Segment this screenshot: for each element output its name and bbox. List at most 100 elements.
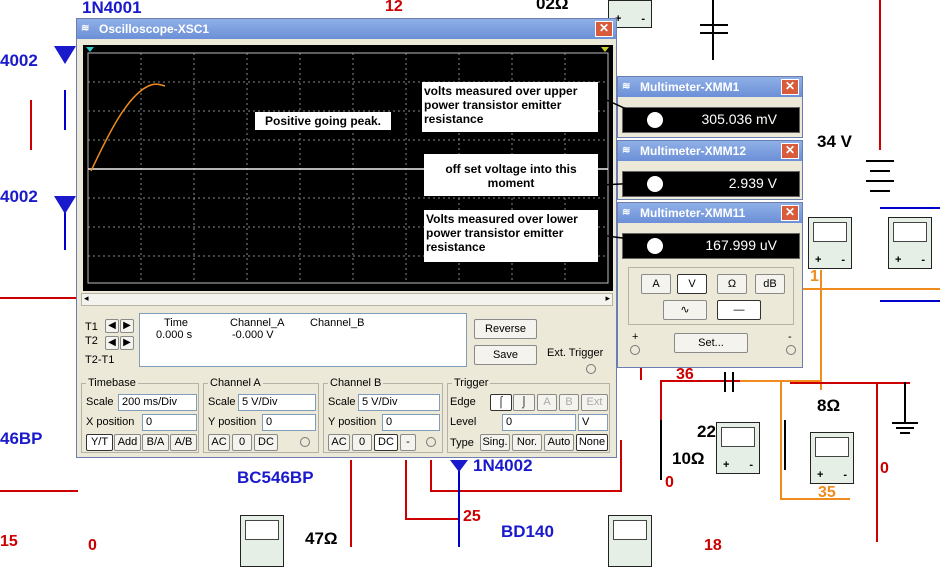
multimeter-xmm1-value: 305.036 mV: [701, 111, 778, 127]
component-label: 22: [697, 422, 716, 441]
channel-a-terminal-icon: [300, 437, 310, 447]
x-position-field[interactable]: 0: [142, 414, 197, 431]
channel-b-zero-button[interactable]: 0: [352, 434, 372, 451]
diode-label: 1N4001: [82, 0, 142, 17]
capacitor-plate: [724, 372, 726, 392]
annotation-arrows: [599, 96, 648, 245]
negative-terminal-icon: [786, 345, 796, 355]
close-button[interactable]: ✕: [781, 205, 799, 221]
save-button[interactable]: Save: [474, 345, 537, 365]
channel-b-scale-field[interactable]: 5 V/Div: [358, 394, 440, 411]
capacitor-plate: [732, 372, 734, 392]
mode-ab-button[interactable]: A/B: [170, 434, 197, 451]
multimeter-icon: + -: [810, 432, 854, 484]
t2-left-button[interactable]: ◀: [105, 336, 119, 350]
falling-edge-button[interactable]: ⌡: [513, 394, 535, 411]
set-button[interactable]: Set...: [674, 333, 748, 353]
channel-b-dc-button[interactable]: DC: [374, 434, 398, 451]
mode-db-button[interactable]: dB: [755, 274, 785, 294]
timebase-scale-label: Scale: [86, 396, 114, 408]
mode-ampere-button[interactable]: A: [641, 274, 671, 294]
resistor-label: 10Ω: [672, 449, 705, 468]
ac-mode-button[interactable]: ∿: [663, 300, 707, 320]
trigger-auto-button[interactable]: Auto: [544, 434, 574, 451]
ground-line: [892, 422, 918, 424]
trigger-single-button[interactable]: Sing.: [480, 434, 510, 451]
resistor-label: 02Ω: [536, 0, 569, 13]
dc-line-icon: —: [733, 304, 745, 316]
wire: [350, 460, 352, 547]
ground-line: [900, 432, 910, 434]
channel-a-zero-button[interactable]: 0: [232, 434, 252, 451]
scroll-right-icon[interactable]: ▸: [605, 293, 610, 304]
readout-time-value: 0.000 s: [156, 329, 193, 341]
positive-terminal-label: +: [632, 331, 639, 343]
channel-b-title: Channel B: [328, 377, 384, 389]
close-button[interactable]: ✕: [781, 79, 799, 95]
t2-right-button[interactable]: ▶: [120, 336, 134, 350]
trigger-marker-left-icon[interactable]: [86, 47, 94, 52]
scroll-left-icon[interactable]: ◂: [84, 293, 89, 304]
trigger-marker-right-icon[interactable]: [601, 47, 609, 52]
mode-yt-button[interactable]: Y/T: [86, 434, 113, 451]
trigger-none-button[interactable]: None: [576, 434, 608, 451]
rising-edge-button[interactable]: ⌠: [490, 394, 512, 411]
mode-ohm-button[interactable]: Ω: [717, 274, 747, 294]
resistor-label: 8Ω: [817, 396, 841, 415]
ext-trigger-terminal-icon: [586, 364, 596, 374]
t1-right-button[interactable]: ▶: [120, 319, 134, 333]
node-label: 0: [880, 460, 889, 477]
channel-b-ac-button[interactable]: AC: [328, 434, 350, 451]
channel-a-dc-button[interactable]: DC: [254, 434, 278, 451]
diode-label: 1N4002: [473, 456, 533, 475]
wire: [0, 490, 78, 492]
channel-a-scale-label: Scale: [208, 396, 236, 408]
trigger-b-button[interactable]: B: [559, 394, 579, 411]
trigger-a-button[interactable]: A: [537, 394, 557, 411]
annotation-lower-resistance: Volts measured over lower power transist…: [424, 210, 598, 262]
wire: [620, 440, 622, 492]
wire: [64, 90, 66, 130]
mode-ba-button[interactable]: B/A: [142, 434, 169, 451]
window-title: Oscilloscope-XSC1: [99, 22, 210, 36]
dc-mode-button[interactable]: —: [717, 300, 761, 320]
battery-plate: [866, 160, 894, 162]
channel-a-scale-field[interactable]: 5 V/Div: [238, 394, 316, 411]
channel-b-ypos-label: Y position: [328, 416, 377, 428]
wire: [660, 380, 740, 382]
channel-b-minus-button[interactable]: -: [400, 434, 416, 451]
oscilloscope-titlebar[interactable]: ≋ Oscilloscope-XSC1 ✕: [77, 19, 616, 39]
trigger-level-field[interactable]: 0: [502, 414, 576, 431]
window-title: Multimeter-XMM11: [640, 206, 746, 220]
close-button[interactable]: ✕: [595, 21, 613, 37]
cursor-t2-label: T2: [85, 335, 98, 347]
wire: [780, 380, 782, 500]
annotation-upper-resistance: volts measured over upper power transist…: [422, 82, 598, 132]
wire: [780, 498, 850, 500]
channel-a-ac-button[interactable]: AC: [208, 434, 230, 451]
trigger-ext-button[interactable]: Ext: [581, 394, 608, 411]
close-button[interactable]: ✕: [781, 143, 799, 159]
cursor-t1-label: T1: [85, 321, 98, 333]
battery-plate: [870, 170, 890, 172]
channel-a-ypos-field[interactable]: 0: [262, 414, 316, 431]
reverse-button[interactable]: Reverse: [474, 319, 537, 339]
trigger-level-unit[interactable]: V: [578, 414, 608, 431]
node-label: 18: [704, 537, 722, 554]
multimeter-icon: [608, 515, 652, 567]
mode-add-button[interactable]: Add: [114, 434, 141, 451]
node-label: 12: [385, 0, 403, 15]
trigger-normal-button[interactable]: Nor.: [512, 434, 542, 451]
multimeter-icon: + -: [716, 422, 760, 474]
horizontal-scrollbar[interactable]: ◂ ▸: [81, 293, 613, 306]
wire: [405, 460, 407, 520]
timebase-scale-field[interactable]: 200 ms/Div: [118, 394, 197, 411]
multimeter-xmm11-value: 167.999 uV: [705, 237, 777, 253]
channel-a-group: Channel A Scale 5 V/Div Y position 0 AC …: [203, 377, 319, 453]
multimeter-controls-panel: A V Ω dB ∿ —: [628, 267, 794, 325]
ext-trigger-label: Ext. Trigger: [547, 347, 604, 359]
falling-edge-icon: ⌡: [520, 396, 528, 408]
t1-left-button[interactable]: ◀: [105, 319, 119, 333]
mode-volt-button[interactable]: V: [677, 274, 707, 294]
channel-b-ypos-field[interactable]: 0: [382, 414, 440, 431]
